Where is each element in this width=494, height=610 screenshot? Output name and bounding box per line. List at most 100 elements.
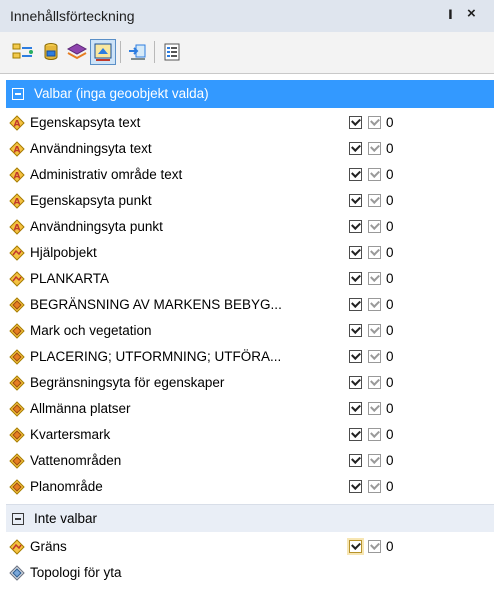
collapse-icon[interactable] <box>12 513 24 525</box>
snapping-checkbox[interactable] <box>368 376 381 389</box>
options-icon[interactable] <box>125 39 151 65</box>
layer-row[interactable]: A Användningsyta text 0 <box>6 136 494 162</box>
selectable-checkbox[interactable] <box>349 350 362 363</box>
layer-name[interactable]: Egenskapsyta text <box>30 115 140 130</box>
snapping-checkbox[interactable] <box>368 540 381 553</box>
selected-count: 0 <box>386 193 394 208</box>
selectable-checkbox[interactable] <box>349 324 362 337</box>
layer-name[interactable]: Gräns <box>30 539 67 554</box>
annotation-icon: A <box>9 193 25 209</box>
toolbar <box>0 32 494 74</box>
close-icon[interactable]: × <box>467 5 476 22</box>
snapping-checkbox[interactable] <box>368 272 381 285</box>
selectable-checkbox[interactable] <box>349 142 362 155</box>
selected-count: 0 <box>386 297 394 312</box>
collapse-icon[interactable] <box>12 88 24 100</box>
title-bar: Innehållsförteckning ⵏ × <box>0 0 494 32</box>
snapping-checkbox[interactable] <box>368 402 381 415</box>
pin-icon[interactable]: ⵏ <box>448 7 453 23</box>
group-header[interactable]: Valbar (inga geoobjekt valda) <box>6 80 494 108</box>
list-options-icon[interactable] <box>159 39 185 65</box>
snapping-checkbox[interactable] <box>368 220 381 233</box>
selectable-checkbox[interactable] <box>349 376 362 389</box>
layer-name[interactable]: Användningsyta punkt <box>30 219 163 234</box>
layer-name[interactable]: Kvartersmark <box>30 427 110 442</box>
layer-row[interactable]: Gräns 0 <box>6 534 494 560</box>
snapping-checkbox[interactable] <box>368 246 381 259</box>
layer-row[interactable]: Allmänna platser 0 <box>6 396 494 422</box>
selected-count: 0 <box>386 479 394 494</box>
selectable-checkbox[interactable] <box>349 168 362 181</box>
selectable-checkbox[interactable] <box>349 116 362 129</box>
layer-name[interactable]: Egenskapsyta punkt <box>30 193 152 208</box>
layer-name[interactable]: Topologi för yta <box>30 565 122 580</box>
layer-name[interactable]: PLACERING; UTFORMNING; UTFÖRA... <box>30 349 281 364</box>
annotation-icon: A <box>9 167 25 183</box>
selected-count: 0 <box>386 427 394 442</box>
selectable-checkbox[interactable] <box>349 194 362 207</box>
list-by-drawing-order-icon[interactable] <box>10 39 36 65</box>
selected-count: 0 <box>386 141 394 156</box>
selectable-checkbox[interactable] <box>349 246 362 259</box>
polygon-layer-icon <box>9 453 25 469</box>
svg-text:A: A <box>14 120 21 130</box>
snapping-checkbox[interactable] <box>368 324 381 337</box>
layer-name[interactable]: Användningsyta text <box>30 141 152 156</box>
snapping-checkbox[interactable] <box>368 350 381 363</box>
layer-row[interactable]: A Egenskapsyta text 0 <box>6 110 494 136</box>
layer-name[interactable]: Hjälpobjekt <box>30 245 97 260</box>
selected-count: 0 <box>386 401 394 416</box>
polygon-layer-icon <box>9 349 25 365</box>
selectable-checkbox[interactable] <box>349 220 362 233</box>
layer-row[interactable]: PLANKARTA 0 <box>6 266 494 292</box>
layer-name[interactable]: Planområde <box>30 479 103 494</box>
layer-name[interactable]: Allmänna platser <box>30 401 131 416</box>
layer-name[interactable]: Administrativ område text <box>30 167 182 182</box>
snapping-checkbox[interactable] <box>368 480 381 493</box>
list-by-visibility-icon[interactable] <box>64 39 90 65</box>
layer-row[interactable]: Begränsningsyta för egenskaper 0 <box>6 370 494 396</box>
selectable-checkbox[interactable] <box>349 428 362 441</box>
layer-row[interactable]: Hjälpobjekt 0 <box>6 240 494 266</box>
snapping-checkbox[interactable] <box>368 298 381 311</box>
layer-row[interactable]: A Användningsyta punkt 0 <box>6 214 494 240</box>
snapping-checkbox[interactable] <box>368 454 381 467</box>
snapping-checkbox[interactable] <box>368 428 381 441</box>
selectable-checkbox[interactable] <box>349 540 362 553</box>
list-by-source-icon[interactable] <box>38 39 64 65</box>
selected-count: 0 <box>386 271 394 286</box>
snapping-checkbox[interactable] <box>368 116 381 129</box>
layer-row[interactable]: Vattenområden 0 <box>6 448 494 474</box>
topology-icon <box>9 565 25 581</box>
list-by-selection-icon[interactable] <box>90 39 116 65</box>
layer-name[interactable]: Vattenområden <box>30 453 121 468</box>
selected-count: 0 <box>386 115 394 130</box>
snapping-checkbox[interactable] <box>368 142 381 155</box>
layer-row[interactable]: A Administrativ område text 0 <box>6 162 494 188</box>
layer-row[interactable]: BEGRÄNSNING AV MARKENS BEBYG... 0 <box>6 292 494 318</box>
selectable-checkbox[interactable] <box>349 402 362 415</box>
layer-name[interactable]: Begränsningsyta för egenskaper <box>30 375 224 390</box>
layer-row[interactable]: A Egenskapsyta punkt 0 <box>6 188 494 214</box>
layer-name[interactable]: PLANKARTA <box>30 271 109 286</box>
layer-row[interactable]: PLACERING; UTFORMNING; UTFÖRA... 0 <box>6 344 494 370</box>
snapping-checkbox[interactable] <box>368 168 381 181</box>
layer-row[interactable]: Mark och vegetation 0 <box>6 318 494 344</box>
polygon-layer-icon <box>9 479 25 495</box>
svg-text:A: A <box>14 172 21 182</box>
layer-name[interactable]: BEGRÄNSNING AV MARKENS BEBYG... <box>30 297 282 312</box>
selectable-checkbox[interactable] <box>349 454 362 467</box>
svg-text:A: A <box>14 146 21 156</box>
annotation-icon: A <box>9 219 25 235</box>
line-layer-icon <box>9 271 25 287</box>
layer-row[interactable]: Topologi för yta <box>6 560 494 586</box>
layer-name[interactable]: Mark och vegetation <box>30 323 152 338</box>
group-header[interactable]: Inte valbar <box>6 504 494 532</box>
layer-row[interactable]: Planområde 0 <box>6 474 494 500</box>
layer-row[interactable]: Kvartersmark 0 <box>6 422 494 448</box>
table-of-contents-panel: Innehållsförteckning ⵏ × Valbar (inga ge… <box>0 0 494 610</box>
selectable-checkbox[interactable] <box>349 298 362 311</box>
selectable-checkbox[interactable] <box>349 480 362 493</box>
snapping-checkbox[interactable] <box>368 194 381 207</box>
selectable-checkbox[interactable] <box>349 272 362 285</box>
